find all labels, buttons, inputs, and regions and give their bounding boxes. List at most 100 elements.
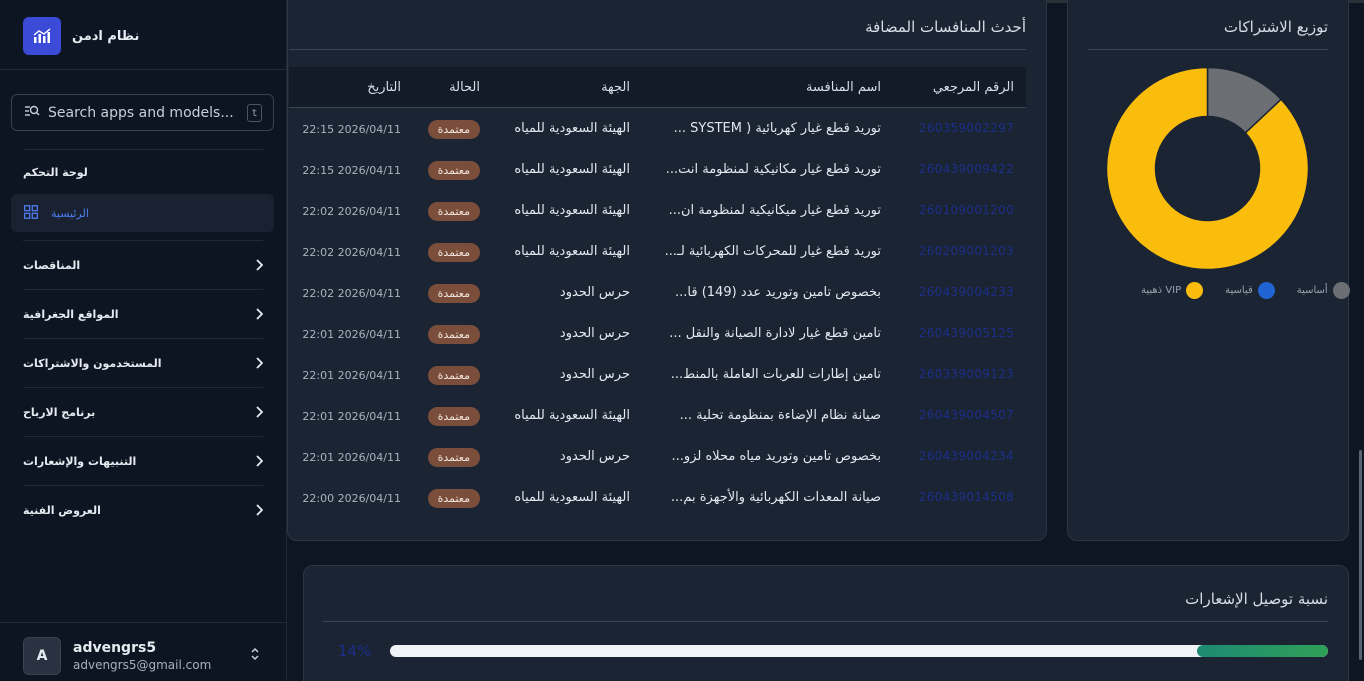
legend-item-basic[interactable]: أساسية xyxy=(1297,282,1350,299)
tender-name: توريد قطع غيار مكانيكية لمنظومة انت... xyxy=(665,162,881,177)
sidebar-item-offers[interactable]: العروض الفنية xyxy=(23,500,264,520)
search-input[interactable]: Search apps and models... t xyxy=(11,94,274,131)
legend-swatch xyxy=(1332,282,1350,299)
table-row[interactable]: 260339009123 تامين إطارات للعربات العاملة… xyxy=(289,354,1026,395)
tender-ref-link[interactable]: 260439004234 xyxy=(919,449,1014,463)
tender-name: تامين قطع غيار لادارة الصيانة والنقل ... xyxy=(669,326,881,341)
divider xyxy=(23,289,263,290)
user-name: advengrs5 xyxy=(73,640,157,656)
brand[interactable]: نظام ادمن xyxy=(23,17,139,55)
sidebar-item-users[interactable]: المستخدمون والاشتراكات xyxy=(23,353,264,373)
sidebar-item-profits[interactable]: برنامج الارباح xyxy=(23,402,264,422)
status-badge: معتمدة xyxy=(427,489,480,508)
tender-entity: الهيئة السعودية للمياه xyxy=(514,203,630,218)
table-row[interactable]: 260439004233 بخصوص تامين وتوريد عدد (149)… xyxy=(289,272,1026,313)
divider xyxy=(0,622,287,623)
table-row[interactable]: 260439014508 صيانة المعدات الكهربائية وال… xyxy=(289,477,1026,518)
tender-name: بخصوص تامين وتوريد مياه محلاه لزو... xyxy=(671,449,881,464)
divider xyxy=(23,485,263,486)
tender-name: صيانة نظام الإضاءة بمنظومة تحلية ... xyxy=(679,408,881,423)
progress-fill xyxy=(1196,645,1328,657)
tender-ref-link[interactable]: 260439005125 xyxy=(919,326,1014,340)
tender-ref-link[interactable]: 260439014508 xyxy=(919,490,1014,504)
tender-entity: حرس الحدود xyxy=(559,367,630,382)
table-row[interactable]: 260359002297 توريد قطع غيار كهربائية ( SY… xyxy=(289,108,1026,149)
notifications-card xyxy=(303,565,1349,681)
divider xyxy=(23,240,263,241)
status-badge: معتمدة xyxy=(427,161,480,180)
table-row[interactable]: 260209001203 توريد قطع غيار للمحركات الكه… xyxy=(289,231,1026,272)
tender-date: 2026/04/11 22:01 xyxy=(302,369,401,382)
tender-name: بخصوص تامين وتوريد عدد (149) قا... xyxy=(675,285,881,300)
status-badge: معتمدة xyxy=(427,448,480,467)
status-badge: معتمدة xyxy=(427,325,480,344)
donut-legend: أساسية قياسية VIP ذهبية xyxy=(1119,282,1350,299)
tender-entity: حرس الحدود xyxy=(559,285,630,300)
sidebar-item-locations[interactable]: المواقع الجغرافية xyxy=(23,304,264,324)
table-row[interactable]: 260439005125 تامين قطع غيار لادارة الصيان… xyxy=(289,313,1026,354)
sidebar-item-label: المواقع الجغرافية xyxy=(23,307,119,321)
sidebar-item-label: الرئيسية xyxy=(51,206,89,220)
table-row[interactable]: 260109001200 توريد قطع غيار ميكانيكية لمن… xyxy=(289,190,1026,231)
table-row[interactable]: 260439004507 صيانة نظام الإضاءة بمنظومة ت… xyxy=(289,395,1026,436)
tender-entity: الهيئة السعودية للمياه xyxy=(514,162,630,177)
legend-swatch xyxy=(1257,282,1275,299)
user-email: advengrs5@gmail.com xyxy=(73,658,212,672)
legend-swatch xyxy=(1186,282,1204,299)
status-badge: معتمدة xyxy=(427,120,480,139)
divider xyxy=(23,338,263,339)
legend-item-standard[interactable]: قياسية xyxy=(1225,282,1275,299)
divider xyxy=(1088,49,1328,50)
column-header-name[interactable]: اسم المنافسة xyxy=(806,80,881,95)
chevron-right-icon xyxy=(255,452,264,471)
tender-date: 2026/04/11 22:02 xyxy=(302,246,401,259)
tender-entity: حرس الحدود xyxy=(559,326,630,341)
tender-date: 2026/04/11 22:02 xyxy=(302,287,401,300)
search-placeholder: Search apps and models... xyxy=(48,104,234,121)
sidebar-item-label: المناقصات xyxy=(23,258,81,272)
user-menu[interactable]: A advengrs5 advengrs5@gmail.com xyxy=(23,636,268,676)
tender-ref-link[interactable]: 260439004507 xyxy=(919,408,1014,422)
legend-label: VIP ذهبية xyxy=(1141,285,1182,296)
column-header-ref[interactable]: الرقم المرجعي xyxy=(933,80,1014,95)
chevron-right-icon xyxy=(255,501,264,520)
divider xyxy=(23,387,263,388)
tender-entity: حرس الحدود xyxy=(559,449,630,464)
sidebar-item-notifications[interactable]: التنبيهات والإشعارات xyxy=(23,451,264,471)
sidebar-item-tenders[interactable]: المناقصات xyxy=(23,255,264,275)
legend-item-vip[interactable]: VIP ذهبية xyxy=(1141,282,1204,299)
tender-ref-link[interactable]: 260339009123 xyxy=(919,367,1014,381)
status-badge: معتمدة xyxy=(427,243,480,262)
tender-ref-link[interactable]: 260439009422 xyxy=(919,162,1014,176)
search-icon xyxy=(24,103,40,122)
table-row[interactable]: 260439004234 بخصوص تامين وتوريد مياه محلا… xyxy=(289,436,1026,477)
tender-name: تامين إطارات للعربات العاملة بالمنط... xyxy=(670,367,881,382)
sidebar-item-label: المستخدمون والاشتراكات xyxy=(23,356,162,370)
column-header-status[interactable]: الحالة xyxy=(449,80,480,95)
sidebar: نظام ادمن Search apps and models... t لو… xyxy=(0,0,287,681)
tender-ref-link[interactable]: 260209001203 xyxy=(919,244,1014,258)
tender-ref-link[interactable]: 260359002297 xyxy=(919,121,1014,135)
divider xyxy=(23,149,263,150)
sidebar-item-home[interactable]: الرئيسية xyxy=(11,194,274,232)
sidebar-item-label: التنبيهات والإشعارات xyxy=(23,454,137,468)
tender-ref-link[interactable]: 260109001200 xyxy=(919,203,1014,217)
legend-label: قياسية xyxy=(1225,285,1253,296)
column-header-entity[interactable]: الجهة xyxy=(601,80,630,95)
chevron-up-down-icon xyxy=(250,646,260,666)
tender-name: توريد قطع غيار كهربائية ( SYSTEM ... xyxy=(673,121,881,136)
legend-label: أساسية xyxy=(1296,285,1328,296)
user-info: advengrs5 advengrs5@gmail.com xyxy=(73,640,211,672)
delivery-percent: 14% xyxy=(338,642,372,660)
table-header: الرقم المرجعي اسم المنافسة الجهة الحالة … xyxy=(289,67,1026,108)
tender-ref-link[interactable]: 260439004233 xyxy=(919,285,1014,299)
column-header-date[interactable]: التاريخ xyxy=(367,80,401,95)
table-row[interactable]: 260439009422 توريد قطع غيار مكانيكية لمنظ… xyxy=(289,149,1026,190)
delivery-progress-bar xyxy=(390,645,1328,657)
tender-date: 2026/04/11 22:01 xyxy=(302,451,401,464)
notifications-title: نسبة توصيل الإشعارات xyxy=(1185,590,1328,608)
divider xyxy=(289,49,1026,50)
chevron-right-icon xyxy=(255,305,264,324)
scrollbar[interactable] xyxy=(1359,450,1362,660)
tenders-title: أحدث المنافسات المضافة xyxy=(865,18,1026,36)
